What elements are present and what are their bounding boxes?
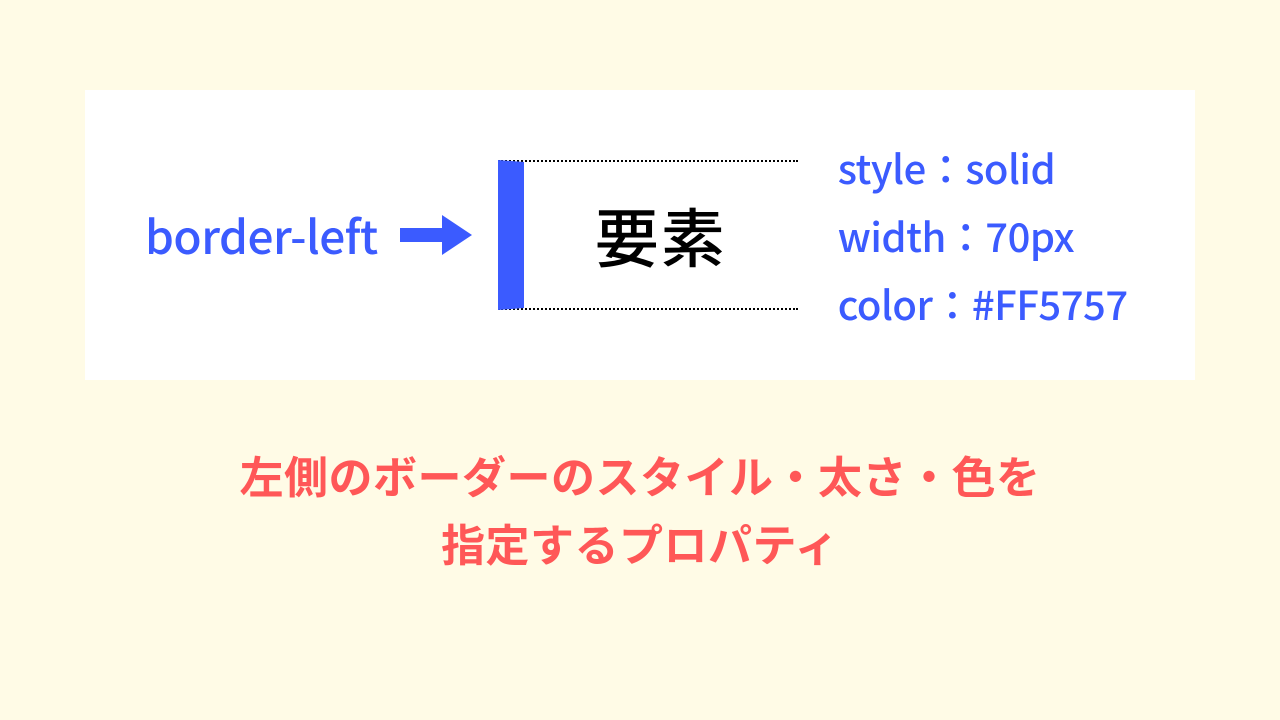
caption-line-1: 左側のボーダーのスタイル・太さ・色を bbox=[240, 440, 1041, 508]
element-box: 要素 bbox=[498, 160, 798, 310]
arrow-right-icon bbox=[400, 215, 472, 255]
caption-line-2: 指定するプロパティ bbox=[240, 508, 1041, 576]
caption: 左側のボーダーのスタイル・太さ・色を 指定するプロパティ bbox=[240, 440, 1041, 576]
property-name-label: border-left bbox=[145, 202, 378, 268]
prop-color: color：#FF5757 bbox=[838, 274, 1128, 332]
prop-style: style：solid bbox=[838, 138, 1128, 196]
property-values: style：solid width：70px color：#FF5757 bbox=[838, 138, 1128, 332]
diagram-card: border-left 要素 style：solid width：70px co… bbox=[85, 90, 1195, 380]
prop-width: width：70px bbox=[838, 206, 1128, 264]
element-label: 要素 bbox=[595, 189, 727, 281]
